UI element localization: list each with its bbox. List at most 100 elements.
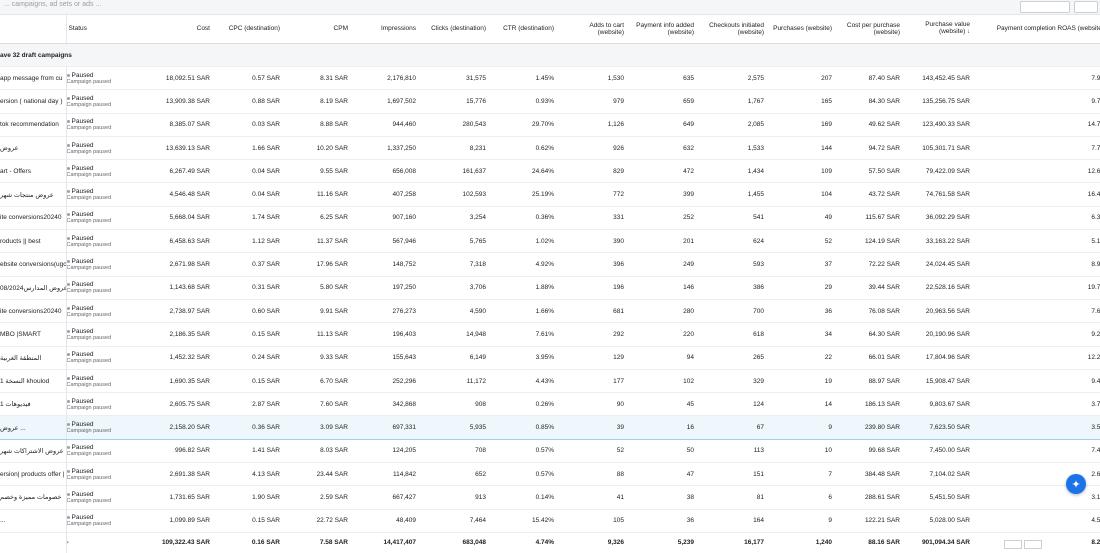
column-header-ctr[interactable]: CTR (destination) (492, 14, 560, 44)
column-header-name[interactable] (0, 14, 67, 44)
cell-clicks: 652 (422, 462, 492, 487)
table-row[interactable]: المنطقة الغربية Paused Campaign paused 1,45… (0, 346, 1100, 370)
column-header-cost[interactable]: Cost (150, 14, 216, 44)
campaign-name[interactable]: tok recommendation (0, 113, 67, 137)
cell-cpp: 49.62 SAR (838, 113, 906, 137)
table-row[interactable]: ersion ( national day ) Paused Campaign pa… (0, 89, 1100, 114)
campaign-name[interactable]: ite conversions20240 (0, 206, 67, 231)
table-row[interactable]: roducts || best Paused Campaign paused 6,45… (0, 229, 1100, 254)
campaign-name[interactable]: عروض (0, 136, 67, 161)
cell-pv: 17,804.96 SAR (906, 346, 976, 370)
campaign-name[interactable]: ebsite conversions(ugc (0, 252, 67, 277)
column-header-pv[interactable]: Purchase value (website) ↓ (906, 14, 976, 44)
table-row[interactable]: عروض المدارس08/2024 Paused Campaign paused… (0, 276, 1100, 300)
table-row[interactable]: خصومات مميزة وخصم Paused Campaign paused 1,… (0, 485, 1100, 510)
column-header-clicks[interactable]: Clicks (destination) (422, 14, 492, 44)
campaign-name[interactable]: عروض منتجات شهر (0, 182, 67, 207)
campaign-name[interactable]: فيديوهات 1 (0, 392, 67, 417)
table-row[interactable]: app message from cu Paused Campaign paused… (0, 66, 1100, 91)
cell-cost: 6,267.49 SAR (150, 159, 216, 184)
cell-pia: 635 (630, 66, 700, 91)
cell-pia: 399 (630, 182, 700, 207)
cell-roas: 7.93 (976, 66, 1100, 91)
column-header-label: Payment completion ROAS (website) (996, 25, 1100, 32)
table-row[interactable]: tok recommendation Paused Campaign paused 8… (0, 113, 1100, 137)
search-hint[interactable]: ... campaigns, ad sets or ads ... (4, 1, 101, 8)
page-button-2[interactable] (1024, 540, 1042, 549)
paused-status-dot-icon (66, 329, 70, 333)
table-row[interactable]: عروض الاشتراكات شهر Paused Campaign paused… (0, 439, 1100, 464)
toolbar-button-small[interactable] (1074, 1, 1098, 13)
column-header-atc[interactable]: Adds to cart (website) (560, 14, 630, 44)
table-row[interactable]: ... Paused Campaign paused 1,099.89 SAR 0.15… (0, 509, 1100, 533)
cell-atc: 129 (560, 346, 630, 370)
cell-pv: 20,963.56 SAR (906, 299, 976, 324)
campaign-name[interactable]: خصومات مميزة وخصم (0, 485, 67, 510)
cell-purchases: 207 (770, 66, 838, 91)
campaign-name[interactable]: عروض المدارس08/2024 (0, 276, 67, 300)
table-row[interactable]: art - Offers Paused Campaign paused 6,267.4… (0, 159, 1100, 184)
campaign-name[interactable]: MBO |SMART (0, 322, 67, 347)
cell-purchases: 34 (770, 322, 838, 347)
column-header-cpm[interactable]: CPM (286, 14, 354, 44)
column-header-roas[interactable]: Payment completion ROAS (website) (976, 14, 1100, 44)
table-row[interactable]: ersion| products offer | Paused Campaign p… (0, 462, 1100, 487)
table-row[interactable]: ite conversions20240 Paused Campaign pause… (0, 206, 1100, 231)
status-subtext: Campaign paused (66, 171, 112, 178)
table-row[interactable]: فيديوهات 1 Paused Campaign paused 2,605.75 … (0, 392, 1100, 417)
table-row[interactable]: عروض ... Paused Campaign paused 2,158.20 SA… (0, 415, 1100, 440)
cell-cpc: 0.60 SAR (216, 299, 286, 324)
cell-atc: 105 (560, 509, 630, 533)
paused-status-dot-icon (66, 120, 70, 124)
campaign-name[interactable]: ite conversions20240 (0, 299, 67, 324)
campaign-name[interactable]: ... (0, 509, 67, 533)
cell-checkouts: 386 (700, 276, 770, 300)
page-button-1[interactable] (1004, 540, 1022, 549)
column-header-cpp[interactable]: Cost per purchase (website) (838, 14, 906, 44)
toolbar-button[interactable] (1020, 1, 1070, 13)
cell-cpm: 3.09 SAR (286, 415, 354, 440)
column-header-purchases[interactable]: Purchases (website) (770, 14, 838, 44)
paused-status-dot-icon (66, 213, 70, 217)
cell-cost: 2,671.98 SAR (150, 252, 216, 277)
campaign-name[interactable]: النسخة 1 khoulod (0, 369, 67, 394)
paused-status-dot-icon (66, 306, 70, 310)
column-header-status[interactable]: Status (66, 14, 150, 44)
table-row[interactable]: MBO |SMART Paused Campaign paused 2,186.35 … (0, 322, 1100, 347)
status-line: Paused (66, 211, 145, 218)
campaign-name[interactable]: art - Offers (0, 159, 67, 184)
column-header-label: Adds to cart (website) (589, 21, 624, 36)
status-subtext: Campaign paused (66, 288, 112, 295)
help-chat-button[interactable]: ✦ (1066, 474, 1086, 494)
total-pia: 5,239 (630, 531, 700, 553)
campaign-name[interactable]: عروض الاشتراكات شهر (0, 439, 67, 464)
column-header-checkouts[interactable]: Checkouts initiated (website) (700, 14, 770, 44)
table-row[interactable]: ebsite conversions(ugc Paused Campaign pau… (0, 252, 1100, 277)
sort-descending-icon[interactable]: ↓ (965, 29, 970, 35)
cell-cost: 6,458.63 SAR (150, 229, 216, 254)
cell-purchases: 10 (770, 439, 838, 464)
cell-checkouts: 151 (700, 462, 770, 487)
draft-group-row[interactable]: ave 32 draft campaigns (0, 43, 1100, 67)
table-row[interactable]: عروض Paused Campaign paused 13,639.13 SAR 1.… (0, 136, 1100, 161)
campaign-name[interactable]: المنطقة الغربية (0, 346, 67, 370)
cell-cpc: 0.15 SAR (216, 369, 286, 394)
cell-pv: 135,256.75 SAR (906, 89, 976, 114)
column-header-cpc[interactable]: CPC (destination) (216, 14, 286, 44)
campaign-name[interactable]: app message from cu (0, 66, 67, 91)
header-row: Status Cost CPC (destination) CPM Impression… (0, 14, 1100, 44)
column-header-pia[interactable]: Payment info added (website) (630, 14, 700, 44)
campaign-name[interactable]: ersion ( national day ) (0, 89, 67, 114)
table-row[interactable]: النسخة 1 khoulod Paused Campaign paused 1,6… (0, 369, 1100, 394)
column-header-impressions[interactable]: Impressions (354, 14, 422, 44)
campaign-name[interactable]: ersion| products offer | (0, 462, 67, 487)
cell-atc: 979 (560, 89, 630, 114)
cell-atc: 1,530 (560, 66, 630, 91)
cell-roas: 19.70 (976, 276, 1100, 300)
campaign-name[interactable]: عروض ... (0, 415, 67, 440)
campaign-name[interactable]: roducts || best (0, 229, 67, 254)
status-cell: Paused Campaign paused (66, 392, 150, 417)
table-row[interactable]: ite conversions20240 Paused Campaign pause… (0, 299, 1100, 324)
table-row[interactable]: عروض منتجات شهر Paused Campaign paused 4,54… (0, 182, 1100, 207)
status-subtext: Campaign paused (66, 101, 112, 108)
